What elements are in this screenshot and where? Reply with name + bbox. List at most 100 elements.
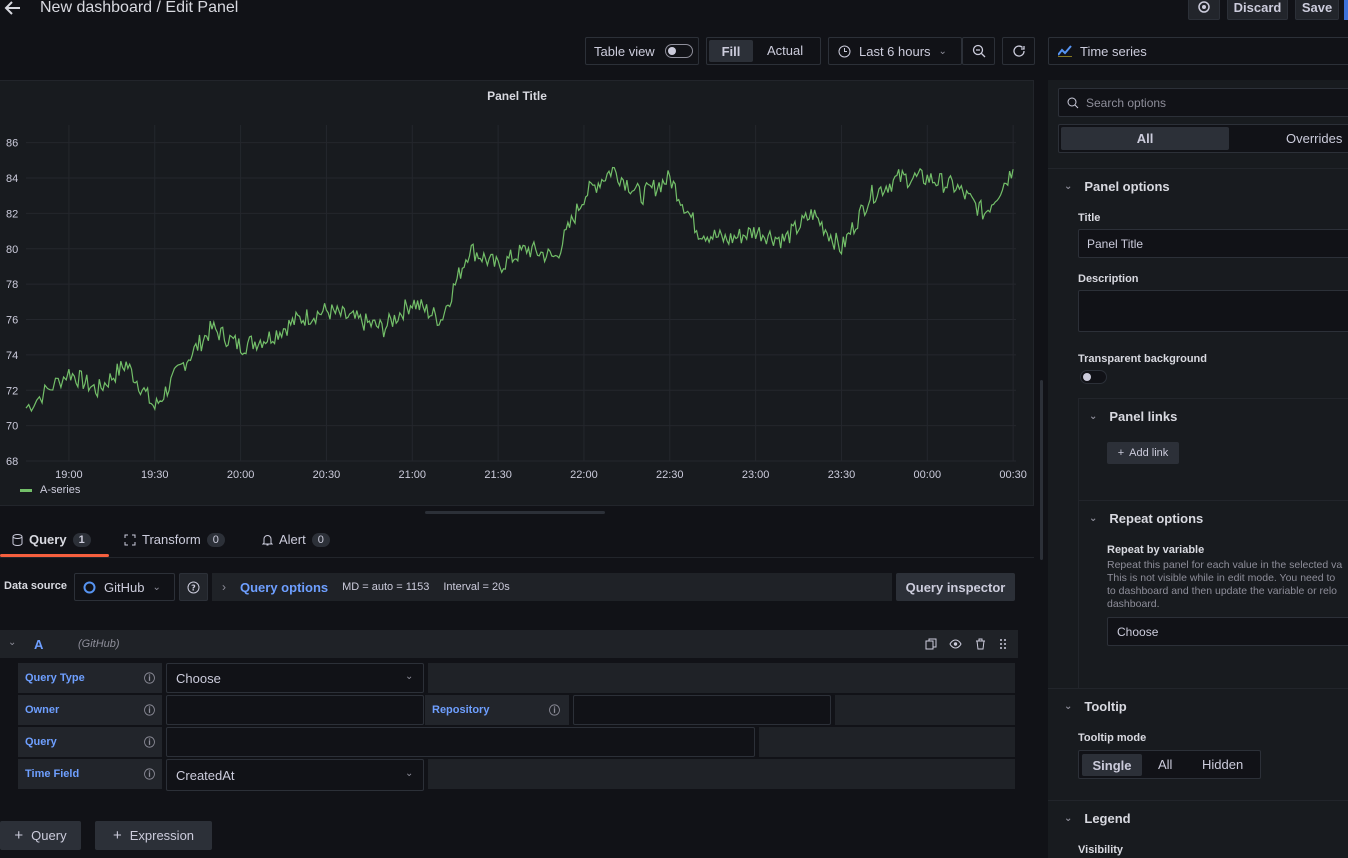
query-row-header[interactable]: ⌄ A (GitHub) bbox=[0, 630, 1018, 658]
table-view-toggle[interactable]: Table view bbox=[585, 37, 699, 65]
x-tick-label: 21:30 bbox=[484, 469, 512, 481]
panel-preview[interactable]: Panel Title 68 70 72 74 76 78 80 82 84 86 19:00 19:… bbox=[0, 80, 1034, 506]
tooltip-single[interactable]: Single bbox=[1082, 754, 1142, 776]
x-tick-label: 22:00 bbox=[570, 469, 598, 481]
query-inspector-button[interactable]: Query inspector bbox=[896, 573, 1015, 601]
repository-input[interactable] bbox=[573, 695, 831, 725]
add-query-button[interactable]: + Query bbox=[0, 821, 81, 850]
datasource-picker[interactable]: GitHub ⌄ bbox=[74, 573, 175, 601]
y-tick-label: 74 bbox=[6, 350, 18, 362]
clock-icon bbox=[838, 45, 851, 58]
legend-swatch bbox=[20, 488, 32, 492]
visualization-picker[interactable]: Time series bbox=[1048, 37, 1348, 65]
tooltip-hidden[interactable]: Hidden bbox=[1202, 757, 1243, 772]
legend[interactable]: A-series bbox=[20, 484, 80, 496]
tab-query[interactable]: Query 1 bbox=[12, 532, 91, 547]
table-view-label: Table view bbox=[594, 43, 655, 59]
owner-input[interactable] bbox=[166, 695, 424, 725]
x-tick-label: 22:30 bbox=[656, 469, 684, 481]
interval: Interval = 20s bbox=[443, 581, 510, 593]
tab-transform[interactable]: Transform 0 bbox=[124, 532, 225, 547]
chevron-down-icon: ⌄ bbox=[405, 768, 414, 779]
chevron-right-icon: › bbox=[222, 580, 226, 594]
refresh-button[interactable] bbox=[1002, 37, 1035, 65]
collapse-icon[interactable]: ⌄ bbox=[8, 637, 16, 648]
chevron-down-icon: ⌄ bbox=[1064, 181, 1073, 192]
y-tick-label: 84 bbox=[6, 173, 18, 185]
visibility-label: Visibility bbox=[1078, 844, 1124, 856]
time-series-icon bbox=[1058, 45, 1072, 57]
chevron-down-icon: ⌄ bbox=[938, 45, 947, 57]
gear-icon bbox=[1197, 0, 1211, 14]
repeat-options-header[interactable]: ⌄ Repeat options bbox=[1089, 511, 1203, 526]
actual-button[interactable]: Actual bbox=[767, 43, 803, 58]
duplicate-icon[interactable] bbox=[925, 638, 937, 650]
datasource-help-button[interactable]: ? bbox=[179, 573, 208, 601]
zoom-out-icon bbox=[972, 44, 986, 58]
panel-links-header[interactable]: ⌄ Panel links bbox=[1089, 409, 1177, 424]
refresh-icon bbox=[1012, 44, 1026, 58]
tab-alert[interactable]: Alert 0 bbox=[262, 532, 330, 547]
time-series-chart[interactable]: 68 70 72 74 76 78 80 82 84 86 19:00 19:30 20:00 20:30… bbox=[0, 81, 1034, 507]
query-type-label: Query Type ⓘ bbox=[18, 663, 162, 693]
tab-transform-count: 0 bbox=[206, 532, 225, 547]
query-label: Query ⓘ bbox=[18, 727, 162, 757]
tab-alert-label: Alert bbox=[279, 532, 306, 547]
tab-all[interactable]: All bbox=[1061, 127, 1229, 150]
settings-button[interactable] bbox=[1188, 0, 1220, 20]
transparent-label: Transparent background bbox=[1078, 353, 1207, 365]
apply-button-edge[interactable] bbox=[1344, 0, 1348, 20]
x-tick-label: 23:30 bbox=[828, 469, 856, 481]
max-datapoints: MD = auto = 1153 bbox=[342, 581, 430, 593]
add-expression-button[interactable]: + Expression bbox=[95, 821, 212, 850]
chevron-down-icon: ⌄ bbox=[1064, 701, 1073, 712]
toggle-switch[interactable] bbox=[664, 44, 693, 58]
query-options-label[interactable]: Query options bbox=[240, 580, 328, 595]
trash-icon[interactable] bbox=[975, 638, 986, 650]
description-input[interactable] bbox=[1078, 290, 1348, 332]
tab-alert-count: 0 bbox=[311, 532, 330, 547]
search-options-input[interactable]: Search options bbox=[1058, 88, 1348, 117]
title-input[interactable]: Panel Title bbox=[1078, 229, 1348, 258]
query-type-select[interactable]: Choose ⌄ bbox=[166, 663, 424, 693]
time-field-label: Time Field ⓘ bbox=[18, 759, 162, 789]
legend-header[interactable]: ⌄ Legend bbox=[1064, 811, 1131, 826]
add-link-button[interactable]: + Add link bbox=[1107, 442, 1179, 464]
query-options-bar[interactable]: › Query options MD = auto = 1153 Interva… bbox=[212, 573, 892, 601]
back-arrow-icon[interactable] bbox=[4, 0, 22, 16]
tooltip-all[interactable]: All bbox=[1158, 757, 1172, 772]
info-icon: ⓘ bbox=[549, 705, 560, 717]
y-tick-label: 72 bbox=[6, 385, 18, 397]
legend-label: A-series bbox=[40, 484, 81, 496]
repeat-by-label: Repeat by variable bbox=[1107, 544, 1205, 556]
time-range-picker[interactable]: Last 6 hours ⌄ bbox=[828, 37, 962, 65]
tooltip-header[interactable]: ⌄ Tooltip bbox=[1064, 699, 1127, 714]
discard-button[interactable]: Discard bbox=[1227, 0, 1288, 20]
resize-handle[interactable] bbox=[425, 511, 605, 514]
repeat-variable-select[interactable]: Choose bbox=[1107, 617, 1348, 646]
x-tick-label: 23:00 bbox=[742, 469, 770, 481]
tooltip-mode-label: Tooltip mode bbox=[1078, 732, 1147, 744]
fill-button[interactable]: Fill bbox=[709, 40, 753, 62]
x-tick-label: 20:00 bbox=[227, 469, 255, 481]
zoom-out-button[interactable] bbox=[962, 37, 995, 65]
time-range-label: Last 6 hours bbox=[859, 43, 931, 59]
info-icon: ⓘ bbox=[144, 737, 155, 749]
tab-overrides[interactable]: Overrides bbox=[1286, 131, 1342, 146]
save-button[interactable]: Save bbox=[1295, 0, 1339, 20]
database-icon bbox=[12, 533, 23, 546]
vertical-scrollbar[interactable] bbox=[1040, 380, 1043, 560]
query-letter[interactable]: A bbox=[34, 637, 43, 652]
chevron-down-icon: ⌄ bbox=[405, 671, 414, 682]
svg-text:?: ? bbox=[191, 583, 196, 592]
search-icon bbox=[1067, 97, 1079, 109]
eye-icon[interactable] bbox=[949, 638, 962, 650]
drag-handle-icon[interactable] bbox=[999, 638, 1007, 650]
time-field-select[interactable]: CreatedAt ⌄ bbox=[166, 759, 424, 791]
transparent-toggle[interactable] bbox=[1080, 370, 1107, 384]
panel-options-header[interactable]: ⌄ Panel options bbox=[1064, 179, 1170, 194]
query-input[interactable] bbox=[166, 727, 755, 757]
x-tick-label: 19:00 bbox=[55, 469, 83, 481]
plus-icon: + bbox=[112, 827, 122, 844]
plus-icon: + bbox=[1117, 447, 1125, 459]
